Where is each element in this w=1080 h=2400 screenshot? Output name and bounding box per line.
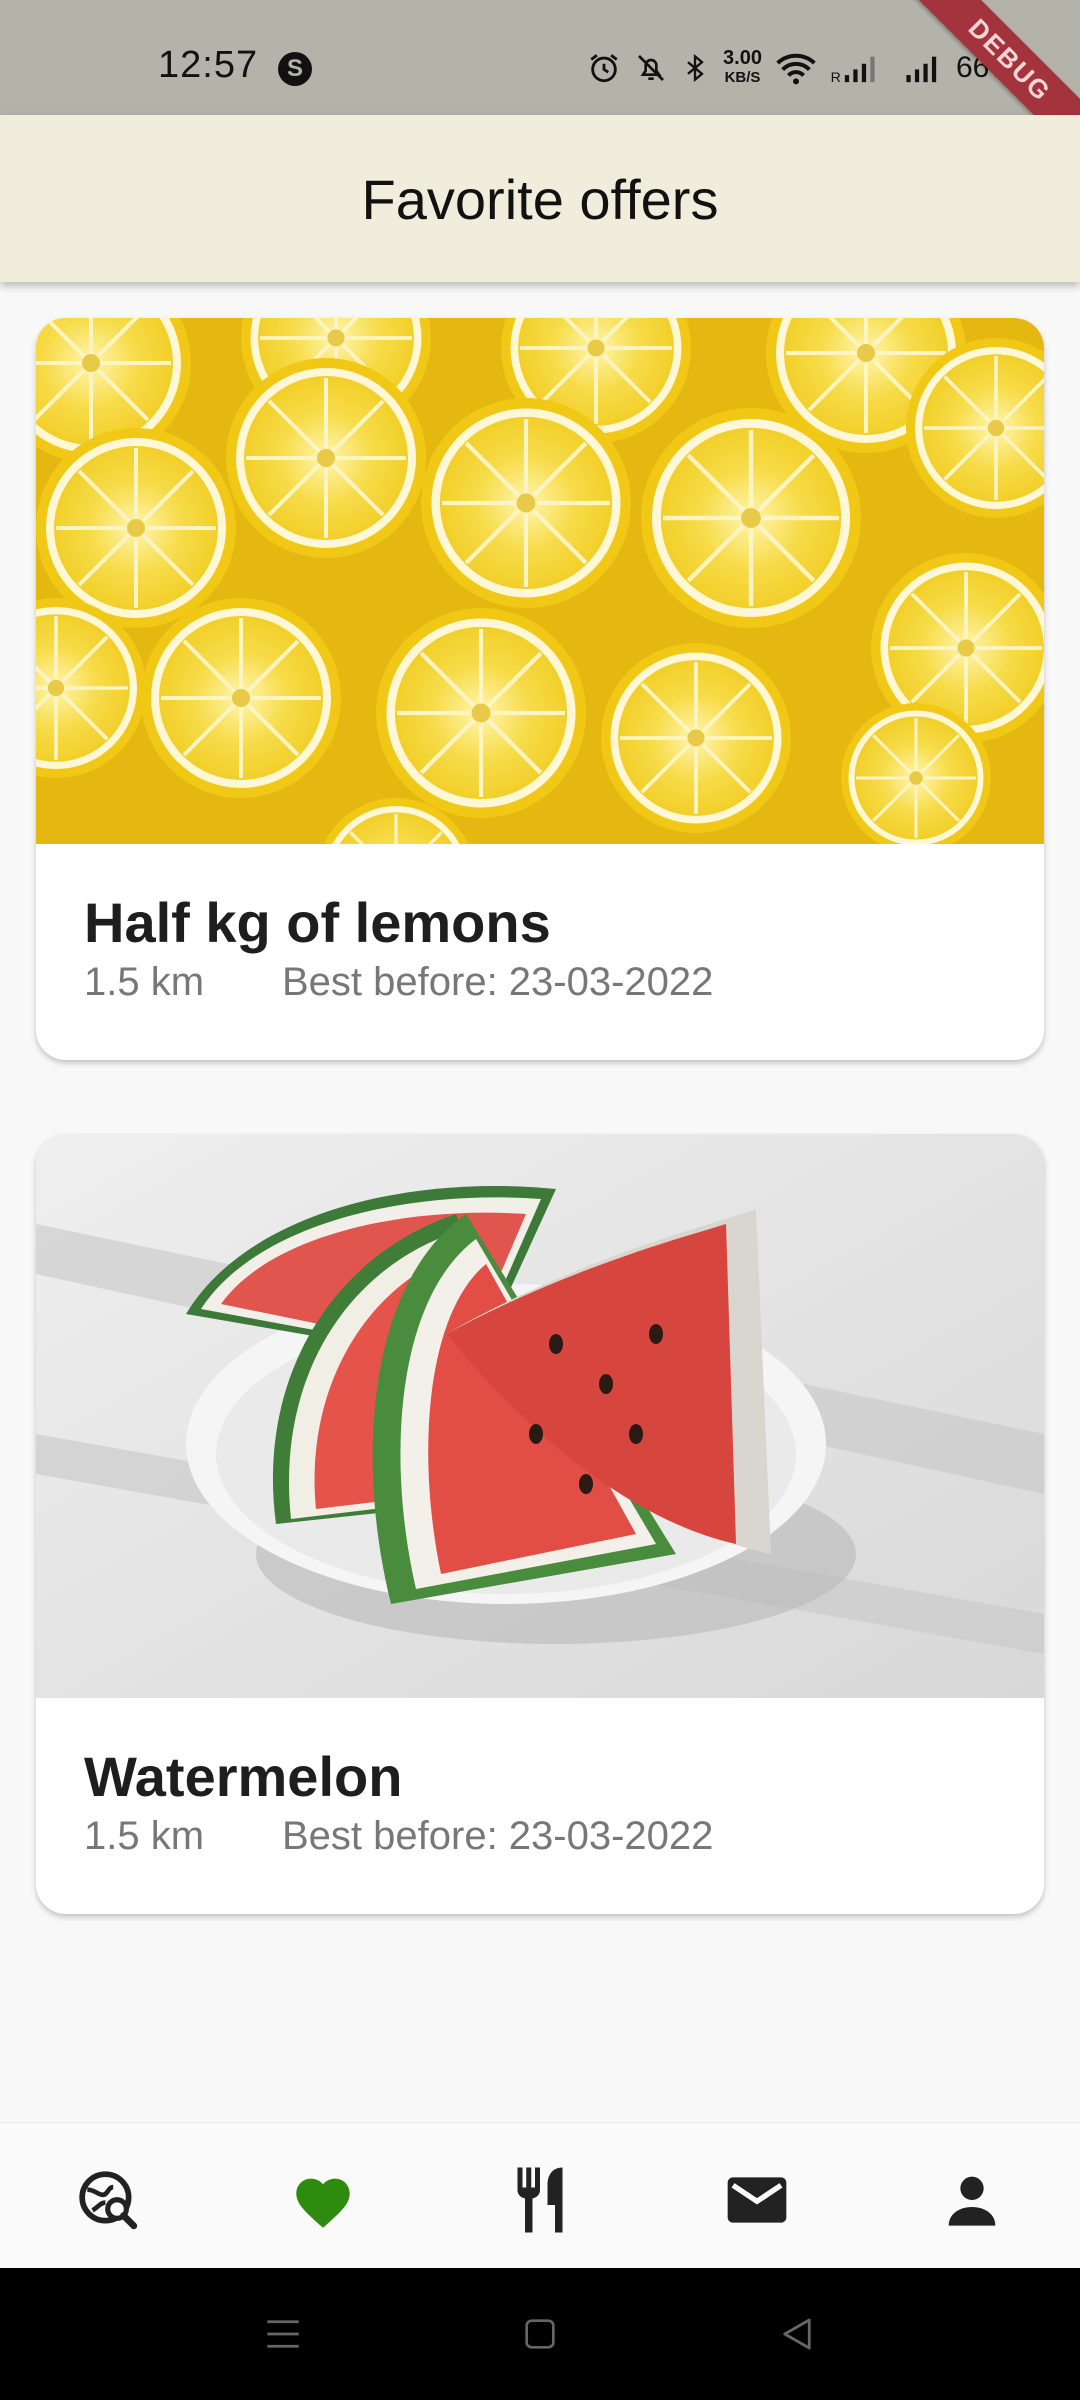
offer-image-lemons	[36, 318, 1044, 844]
nav-profile[interactable]	[937, 2165, 1007, 2235]
offer-best-before: Best before: 23-03-2022	[282, 960, 714, 1004]
back-icon[interactable]	[776, 2312, 818, 2356]
nav-explore[interactable]	[73, 2165, 143, 2235]
app-bar: Favorite offers	[0, 115, 1080, 282]
nav-favorites[interactable]	[288, 2165, 358, 2235]
offer-card[interactable]: Watermelon 1.5 km Best before: 23-03-2022	[36, 1134, 1044, 1914]
offer-distance: 1.5 km	[84, 1814, 205, 1858]
signal-icon: R	[831, 56, 875, 85]
signal-icon-2	[906, 56, 937, 83]
mail-icon	[727, 2177, 787, 2223]
wifi-icon	[776, 53, 816, 85]
mute-icon	[638, 55, 664, 81]
home-icon[interactable]	[520, 2312, 560, 2356]
svg-text:R: R	[831, 70, 841, 85]
offer-title: Half kg of lemons	[84, 891, 551, 954]
nav-messages[interactable]	[722, 2165, 792, 2235]
offer-meta: 1.5 km Best before: 23-03-2022	[84, 960, 713, 1005]
net-speed: 3.00 KB/S	[723, 47, 762, 87]
person-icon	[948, 2176, 996, 2226]
alarm-icon	[590, 54, 618, 83]
net-speed-unit: KB/S	[724, 69, 761, 86]
status-bar: 12:57 S 3.00 KB/S R 66% DEBUG	[0, 0, 1080, 168]
status-icons: 3.00 KB/S R 66%	[587, 46, 1016, 90]
heart-icon	[296, 2178, 350, 2228]
app-notification-icon: S	[278, 52, 312, 86]
offer-meta: 1.5 km Best before: 23-03-2022	[84, 1814, 713, 1859]
bottom-nav	[0, 2122, 1080, 2269]
system-nav-bar	[0, 2268, 1080, 2400]
bluetooth-icon	[687, 53, 704, 83]
status-time: 12:57	[158, 44, 259, 86]
net-speed-value: 3.00	[723, 47, 762, 69]
offer-title: Watermelon	[84, 1745, 403, 1808]
page-title: Favorite offers	[361, 168, 719, 231]
offer-image-watermelon	[36, 1134, 1044, 1698]
search-map-icon	[79, 2171, 138, 2230]
menu-icon[interactable]	[262, 2312, 304, 2356]
offer-card[interactable]: Half kg of lemons 1.5 km Best before: 23-…	[36, 318, 1044, 1060]
nav-restaurants[interactable]	[505, 2165, 575, 2235]
offer-best-before: Best before: 23-03-2022	[282, 1814, 714, 1858]
restaurant-icon	[517, 2167, 563, 2233]
offer-distance: 1.5 km	[84, 960, 205, 1004]
